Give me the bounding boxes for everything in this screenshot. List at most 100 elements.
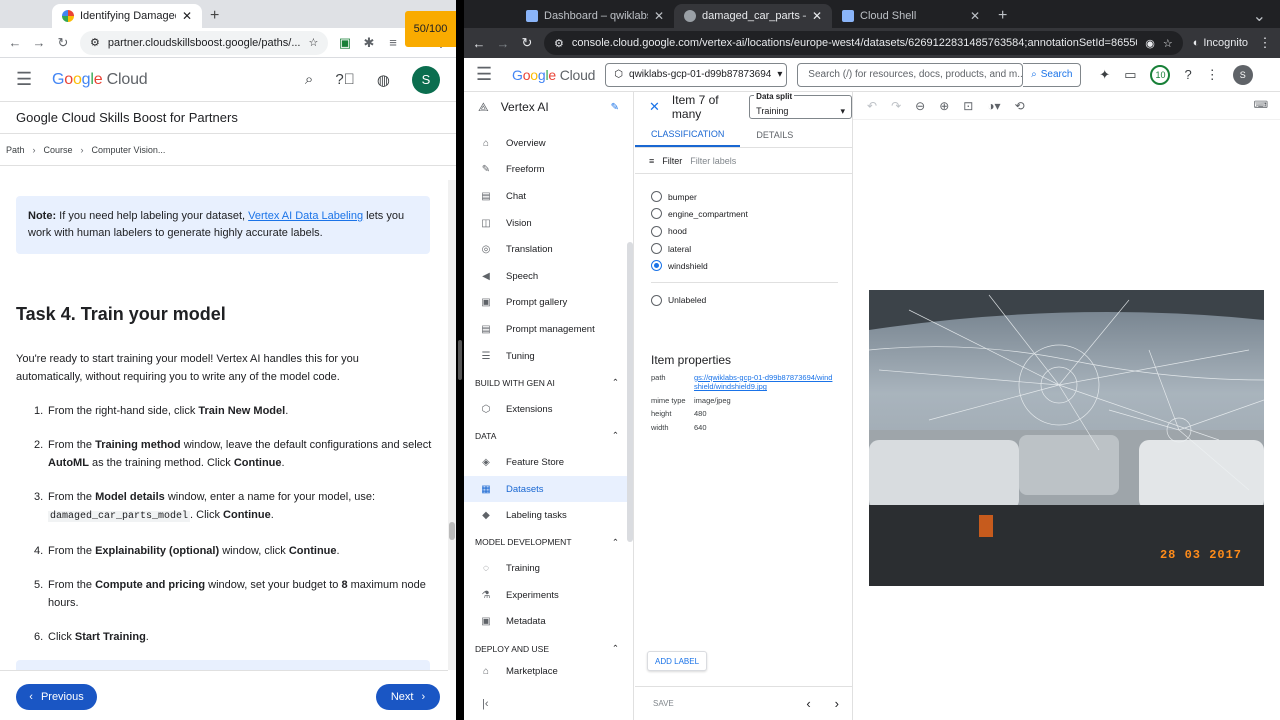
bookmark-star-icon[interactable]: ☆ — [309, 36, 319, 49]
url-bar[interactable]: ⚙ console.cloud.google.com/vertex-ai/loc… — [544, 31, 1183, 55]
zoom-out-icon[interactable]: ⊖ — [915, 99, 925, 113]
reload-icon[interactable]: ↻ — [56, 35, 70, 51]
sidebar-item-vision[interactable]: ◫ Vision — [464, 210, 633, 237]
sidebar-item-tuning[interactable]: ☰ Tuning — [464, 343, 633, 370]
google-cloud-logo[interactable]: Google Cloud — [52, 71, 148, 89]
tracking-eye-icon[interactable]: ◉ — [1145, 37, 1155, 50]
search-button[interactable]: ⌕ Search — [1023, 62, 1082, 87]
url-bar[interactable]: ⚙ partner.cloudskillsboost.google/paths/… — [80, 30, 328, 55]
radio-windshield[interactable]: windshield — [651, 257, 852, 274]
section-deploy-and-use[interactable]: DEPLOY AND USE ⌃ — [464, 635, 633, 662]
tab-dashboard[interactable]: Dashboard – qwiklabs-gcp-0 ✕ — [516, 4, 674, 28]
sidebar-item-speech[interactable]: ◀ Speech — [464, 263, 633, 290]
section-build-with-gen-ai[interactable]: BUILD WITH GEN AI ⌃ — [464, 369, 633, 396]
tab-identifying-damaged-car-parts[interactable]: Identifying Damaged Car Parts ✕ — [52, 4, 202, 28]
previous-button[interactable]: ‹ Previous — [16, 684, 97, 710]
close-tab-icon[interactable]: ✕ — [970, 9, 980, 23]
sidebar-item-chat[interactable]: ▤ Chat — [464, 183, 633, 210]
media-icon[interactable]: ≡ — [386, 35, 400, 50]
pin-icon[interactable]: ✎ — [611, 102, 619, 113]
breadcrumb-current[interactable]: Computer Vision... — [92, 145, 166, 155]
hamburger-menu-icon[interactable]: ☰ — [476, 64, 502, 85]
zoom-in-icon[interactable]: ⊕ — [939, 99, 949, 113]
hamburger-menu-icon[interactable]: ☰ — [16, 69, 42, 90]
vertex-data-labeling-link[interactable]: Vertex AI Data Labeling — [248, 210, 363, 222]
brightness-icon[interactable]: ◑▾ — [987, 99, 1000, 113]
radio-lateral[interactable]: lateral — [651, 240, 852, 257]
close-tab-icon[interactable]: ✕ — [654, 9, 664, 23]
back-icon[interactable]: ← — [8, 35, 22, 50]
data-split-select[interactable]: Data split Training ▾ — [749, 92, 852, 119]
undo-icon[interactable]: ↶ — [867, 99, 877, 113]
next-button[interactable]: Next › — [376, 684, 440, 710]
section-data[interactable]: DATA ⌃ — [464, 423, 633, 450]
breadcrumb-path[interactable]: Path — [6, 145, 25, 155]
previous-item-icon[interactable]: ‹ — [806, 696, 810, 711]
filter-input[interactable]: Filter labels — [690, 156, 736, 166]
tab-cloud-shell[interactable]: Cloud Shell ✕ — [832, 4, 990, 28]
search-icon[interactable]: ⌕ — [305, 71, 313, 88]
language-globe-icon[interactable]: ◍ — [377, 71, 390, 89]
help-icon[interactable]: ? — [1184, 67, 1191, 82]
sidebar-item-translation[interactable]: ◎ Translation — [464, 236, 633, 263]
menu-kebab-icon[interactable]: ⋮ — [1206, 67, 1219, 83]
sidebar-item-prompt-gallery[interactable]: ▣ Prompt gallery — [464, 290, 633, 317]
cloud-shell-icon[interactable]: ▭ — [1124, 67, 1136, 83]
console-search-input[interactable]: Search (/) for resources, docs, products… — [797, 62, 1024, 87]
extension-icon[interactable]: ▣ — [338, 35, 352, 51]
sidebar-item-labeling-tasks[interactable]: ◆ Labeling tasks — [464, 502, 633, 529]
help-icon[interactable]: ?⃝ — [335, 71, 355, 88]
radio-engine-compartment[interactable]: engine_compartment — [651, 205, 852, 222]
menu-kebab-icon[interactable]: ⋮ — [1258, 35, 1272, 51]
damaged-windshield-image[interactable]: 28 03 2017 — [869, 290, 1264, 586]
sidebar-item-marketplace[interactable]: ⌂ Marketplace — [464, 662, 633, 682]
next-item-icon[interactable]: › — [835, 696, 839, 711]
reload-icon[interactable]: ↻ — [520, 35, 534, 51]
radio-unlabeled[interactable]: Unlabeled — [651, 291, 852, 308]
sidebar-item-feature-store[interactable]: ◈ Feature Store — [464, 449, 633, 476]
new-tab-icon[interactable]: + — [990, 4, 1015, 28]
gcs-path-link[interactable]: gs://qwiklabs-gcp-01-d99b87873694/windsh… — [694, 373, 834, 392]
left-scrollbar[interactable] — [448, 180, 456, 670]
redo-icon[interactable]: ↷ — [891, 99, 901, 113]
tab-search-icon[interactable]: ⌄ — [1245, 4, 1274, 28]
sidebar-scrollbar[interactable] — [627, 242, 633, 542]
sidebar-item-overview[interactable]: ⌂ Overview — [464, 130, 633, 157]
incognito-indicator[interactable]: ◐ Incognito — [1193, 37, 1248, 49]
tab-details[interactable]: DETAILS — [740, 122, 809, 147]
close-tab-icon[interactable]: ✕ — [812, 9, 822, 23]
bookmark-star-icon[interactable]: ☆ — [1163, 37, 1173, 50]
user-avatar[interactable]: S — [412, 65, 440, 94]
tab-classification[interactable]: CLASSIFICATION — [635, 122, 741, 147]
site-info-icon[interactable]: ⚙ — [90, 36, 100, 49]
gemini-icon[interactable]: ✦ — [1099, 67, 1110, 83]
puzzle-extensions-icon[interactable]: ✱ — [362, 35, 376, 51]
sidebar-item-extensions[interactable]: ⬡ Extensions — [464, 396, 633, 423]
sidebar-item-training[interactable]: ◌ Training — [464, 556, 633, 583]
site-info-icon[interactable]: ⚙ — [554, 37, 564, 50]
fit-to-screen-icon[interactable]: ⊡ — [963, 99, 973, 113]
new-tab-icon[interactable]: + — [202, 4, 227, 28]
save-button[interactable]: SAVE — [653, 699, 674, 708]
add-label-button[interactable]: ADD LABEL — [647, 651, 708, 671]
filter-bar[interactable]: ≡ Filter Filter labels — [635, 148, 852, 174]
radio-hood[interactable]: hood — [651, 223, 852, 240]
close-icon[interactable]: ✕ — [649, 99, 660, 115]
forward-icon[interactable]: → — [32, 35, 46, 50]
project-selector[interactable]: ⬡ qwiklabs-gcp-01-d99b87873694 ▾ — [605, 62, 788, 87]
reset-view-icon[interactable]: ⟲ — [1015, 99, 1025, 113]
notifications-badge[interactable]: 10 — [1150, 64, 1171, 85]
section-model-development[interactable]: MODEL DEVELOPMENT ⌃ — [464, 529, 633, 556]
forward-icon[interactable]: → — [496, 36, 510, 51]
sidebar-item-metadata[interactable]: ▣ Metadata — [464, 609, 633, 636]
sidebar-item-experiments[interactable]: ⚗ Experiments — [464, 582, 633, 609]
close-tab-icon[interactable]: ✕ — [182, 9, 192, 23]
sidebar-item-prompt-management[interactable]: ▤ Prompt management — [464, 316, 633, 343]
google-cloud-logo[interactable]: Google Cloud — [512, 67, 595, 83]
window-divider[interactable] — [456, 0, 464, 720]
breadcrumb-course[interactable]: Course — [44, 145, 73, 155]
keyboard-icon[interactable]: ⌨ — [1254, 100, 1268, 111]
user-avatar[interactable]: S — [1232, 64, 1253, 85]
sidebar-item-datasets[interactable]: ▦ Datasets — [464, 475, 633, 503]
collapse-sidebar-icon[interactable]: |‹ — [482, 698, 489, 710]
